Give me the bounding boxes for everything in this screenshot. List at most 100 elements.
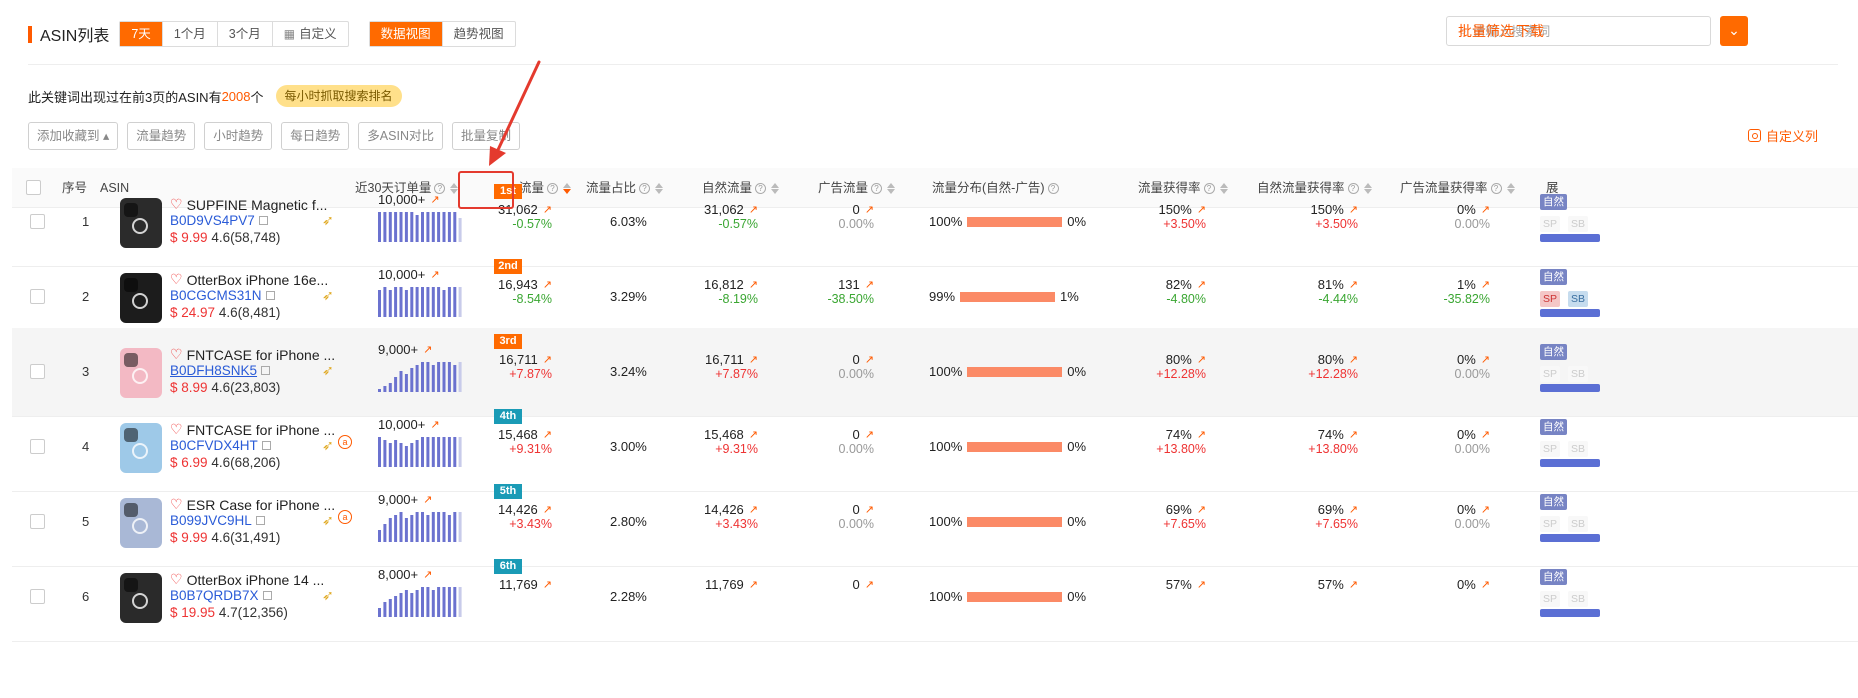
trend-icon[interactable]: ↗: [1197, 278, 1206, 291]
trend-icon[interactable]: ↗: [865, 428, 874, 441]
product-name[interactable]: ♡ ESR Case for iPhone ...: [170, 496, 335, 513]
asin-link[interactable]: B0DFH8SNK5: [170, 363, 271, 378]
row-checkbox[interactable]: [30, 589, 45, 604]
trend-icon[interactable]: ↗: [430, 418, 439, 431]
trend-icon[interactable]: ↗: [1349, 503, 1358, 516]
product-image[interactable]: [120, 198, 162, 248]
row-checkbox[interactable]: [30, 364, 45, 379]
heart-icon[interactable]: ♡: [170, 196, 183, 213]
trend-icon[interactable]: ↗: [1481, 203, 1490, 216]
product-name[interactable]: ♡ OtterBox iPhone 16e...: [170, 271, 328, 288]
tab-3m[interactable]: 3个月: [218, 22, 273, 46]
product-image[interactable]: [120, 498, 162, 548]
order-sparkline[interactable]: [378, 435, 464, 467]
copy-icon[interactable]: [258, 216, 268, 225]
tab-7d[interactable]: 7天: [120, 22, 163, 46]
trend-icon[interactable]: ↗: [423, 493, 432, 506]
multi-asin-compare-button[interactable]: 多ASIN对比: [358, 122, 443, 150]
batch-copy-button[interactable]: 批量复制: [451, 122, 520, 150]
trend-icon[interactable]: ↗: [865, 578, 874, 591]
product-image[interactable]: [120, 573, 162, 623]
trend-icon[interactable]: ↗: [749, 353, 758, 366]
trend-icon[interactable]: ↗: [1197, 353, 1206, 366]
trend-icon[interactable]: ↗: [865, 203, 874, 216]
download-link[interactable]: 下载: [1516, 16, 1544, 46]
row-checkbox[interactable]: [30, 214, 45, 229]
product-image[interactable]: [120, 423, 162, 473]
tab-1m[interactable]: 1个月: [163, 22, 218, 46]
trend-icon[interactable]: ↗: [1197, 578, 1206, 591]
traffic-trend-button[interactable]: 流量趋势: [127, 122, 196, 150]
add-favorite-button[interactable]: 添加收藏到 ▴: [28, 122, 119, 150]
heart-icon[interactable]: ♡: [170, 271, 183, 288]
trend-icon[interactable]: ↗: [1197, 428, 1206, 441]
product-name[interactable]: ♡ FNTCASE for iPhone ...: [170, 421, 335, 438]
heart-icon[interactable]: ♡: [170, 421, 183, 438]
product-name[interactable]: ♡ SUPFINE Magnetic f...: [170, 196, 327, 213]
order-sparkline[interactable]: [378, 585, 464, 617]
search-dropdown-button[interactable]: ⌄: [1720, 16, 1748, 46]
trend-icon[interactable]: ↗: [865, 278, 874, 291]
product-name[interactable]: ♡ FNTCASE for iPhone ...: [170, 346, 335, 363]
hourly-trend-button[interactable]: 小时趋势: [204, 122, 273, 150]
trend-icon[interactable]: ↗: [430, 268, 439, 281]
row-checkbox[interactable]: [30, 289, 45, 304]
trend-icon[interactable]: ↗: [865, 503, 874, 516]
row-checkbox[interactable]: [30, 439, 45, 454]
trend-icon[interactable]: ↗: [1349, 353, 1358, 366]
trend-icon[interactable]: ↗: [543, 428, 552, 441]
asin-link[interactable]: B099JVC9HL: [170, 513, 265, 528]
tab-custom[interactable]: ▦ 自定义: [273, 22, 348, 46]
trend-icon[interactable]: ↗: [1349, 278, 1358, 291]
trend-icon[interactable]: ↗: [1349, 428, 1358, 441]
trend-icon[interactable]: ↗: [1481, 353, 1490, 366]
copy-icon[interactable]: [255, 516, 265, 525]
trend-icon[interactable]: ↗: [749, 278, 758, 291]
copy-icon[interactable]: [262, 591, 272, 600]
trend-icon[interactable]: ↗: [543, 278, 552, 291]
order-sparkline[interactable]: [378, 210, 464, 242]
asin-link[interactable]: B0CFVDX4HT: [170, 438, 271, 453]
tab-data-view[interactable]: 数据视图: [369, 22, 443, 46]
trend-icon[interactable]: ↗: [1481, 503, 1490, 516]
trend-icon[interactable]: ↗: [865, 353, 874, 366]
heart-icon[interactable]: ♡: [170, 571, 183, 588]
asin-link[interactable]: B0D9VS4PV7: [170, 213, 268, 228]
trend-icon[interactable]: ↗: [430, 193, 439, 206]
trend-icon[interactable]: ↗: [543, 203, 552, 216]
product-image[interactable]: [120, 348, 162, 398]
daily-trend-button[interactable]: 每日趋势: [281, 122, 350, 150]
order-sparkline[interactable]: [378, 510, 464, 542]
trend-icon[interactable]: ↗: [1197, 503, 1206, 516]
trend-icon[interactable]: ↗: [749, 428, 758, 441]
trend-icon[interactable]: ↗: [423, 343, 432, 356]
trend-icon[interactable]: ↗: [749, 503, 758, 516]
product-image[interactable]: [120, 273, 162, 323]
heart-icon[interactable]: ♡: [170, 496, 183, 513]
trend-icon[interactable]: ↗: [543, 503, 552, 516]
order-sparkline[interactable]: [378, 285, 464, 317]
heart-icon[interactable]: ♡: [170, 346, 183, 363]
trend-icon[interactable]: ↗: [749, 578, 758, 591]
product-name[interactable]: ♡ OtterBox iPhone 14 ...: [170, 571, 324, 588]
trend-icon[interactable]: ↗: [1349, 578, 1358, 591]
tab-trend-view[interactable]: 趋势视图: [443, 22, 515, 46]
trend-icon[interactable]: ↗: [543, 578, 552, 591]
trend-icon[interactable]: ↗: [423, 568, 432, 581]
trend-icon[interactable]: ↗: [1481, 278, 1490, 291]
copy-icon[interactable]: [261, 366, 271, 375]
trend-icon[interactable]: ↗: [543, 353, 552, 366]
trend-icon[interactable]: ↗: [1349, 203, 1358, 216]
custom-columns-button[interactable]: 自定义列: [1748, 126, 1818, 145]
table-row[interactable]: 6 ♡ OtterBox iPhone 14 ... B0B7QRDB7X $ 1…: [12, 553, 1858, 642]
copy-icon[interactable]: [261, 441, 271, 450]
batch-filter-link[interactable]: 批量筛选: [1458, 16, 1514, 46]
trend-icon[interactable]: ↗: [1197, 203, 1206, 216]
trend-icon[interactable]: ↗: [749, 203, 758, 216]
copy-icon[interactable]: [265, 291, 275, 300]
asin-link[interactable]: B0CGCMS31N: [170, 288, 275, 303]
order-sparkline[interactable]: [378, 360, 464, 392]
trend-icon[interactable]: ↗: [1481, 578, 1490, 591]
row-checkbox[interactable]: [30, 514, 45, 529]
asin-link[interactable]: B0B7QRDB7X: [170, 588, 272, 603]
